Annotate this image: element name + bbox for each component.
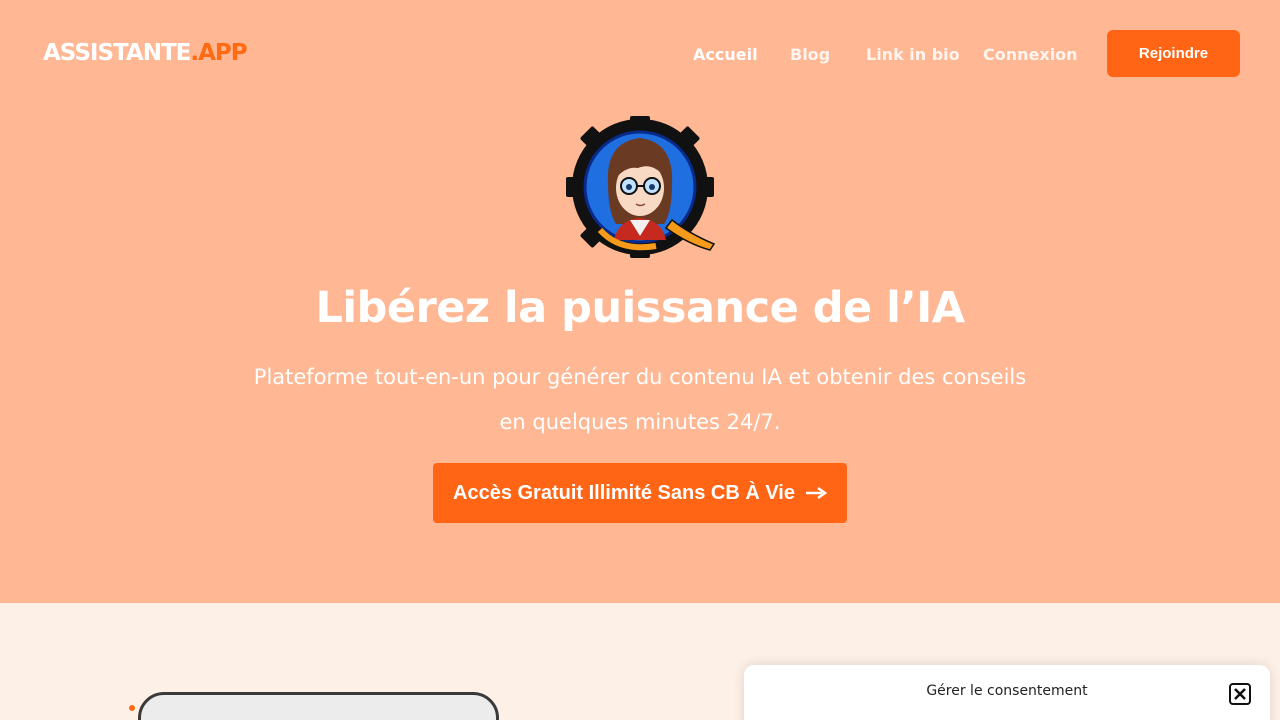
free-access-cta-button[interactable]: Accès Gratuit Illimité Sans CB À Vie <box>433 463 847 523</box>
nav-blog[interactable]: Blog <box>790 44 830 66</box>
phone-mockup <box>138 692 499 720</box>
hero-headline: Libérez la puissance de l’IA <box>315 283 965 333</box>
join-button[interactable]: Rejoindre <box>1107 30 1240 77</box>
cta-label: Accès Gratuit Illimité Sans CB À Vie <box>453 481 795 504</box>
close-x-glyph <box>1234 688 1246 700</box>
logo-main-text: ASSISTANTE <box>43 40 191 66</box>
arrow-right-icon <box>805 486 827 500</box>
nav-link-in-bio[interactable]: Link in bio <box>866 44 960 66</box>
decorative-dot <box>129 705 135 711</box>
consent-banner: Gérer le consentement <box>744 665 1270 720</box>
logo-accent-text: .APP <box>190 40 247 66</box>
hero-subtitle-line2: en quelques minutes 24/7. <box>499 410 781 434</box>
nav-accueil[interactable]: Accueil <box>693 44 758 66</box>
consent-title: Gérer le consentement <box>926 683 1088 699</box>
assistant-avatar <box>566 116 716 258</box>
site-logo[interactable]: ASSISTANTE.APP <box>43 40 248 66</box>
nav-connexion[interactable]: Connexion <box>983 44 1078 66</box>
hero-subtitle-line1: Plateforme tout-en-un pour générer du co… <box>253 365 1027 389</box>
close-icon[interactable] <box>1229 683 1251 705</box>
